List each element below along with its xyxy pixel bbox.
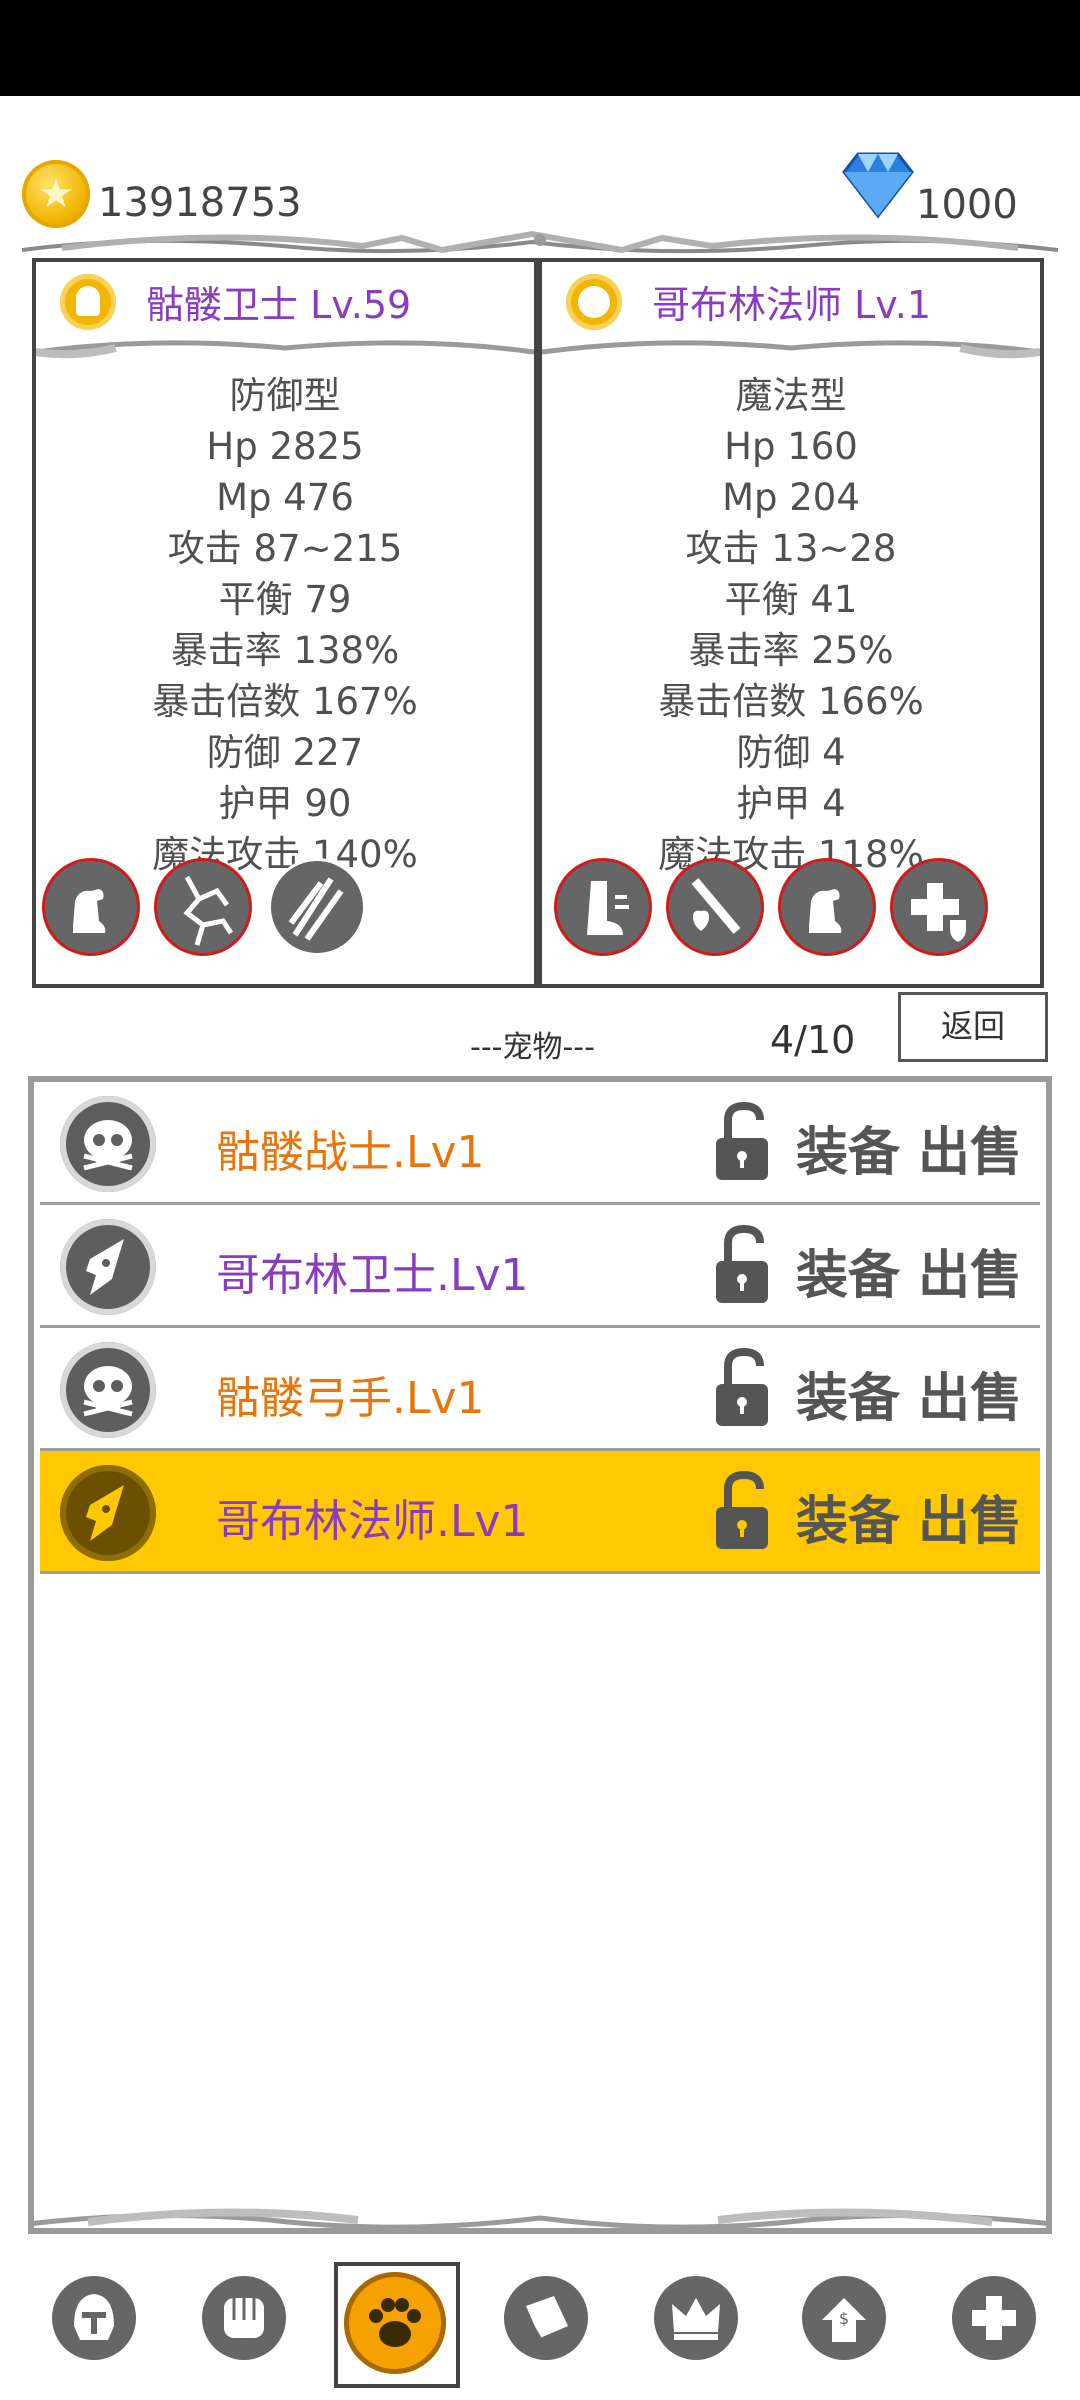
panel-header: 骷髅卫士 Lv.59: [36, 262, 534, 336]
stat-balance: 平衡 79: [218, 578, 352, 621]
character-panel-left[interactable]: 骷髅卫士 Lv.59 防御型 Hp 2825 Mp 476 攻击 87~215 …: [32, 258, 538, 988]
sell-button[interactable]: 出售: [918, 1356, 1022, 1431]
stat-crit-rate: 暴击率 138%: [170, 629, 400, 672]
gold-amount: 13918753: [98, 180, 302, 226]
character-panel-right[interactable]: 哥布林法师 Lv.1 魔法型 Hp 160 Mp 204 攻击 13~28 平衡…: [538, 258, 1044, 988]
stat-defense: 防御 4: [736, 731, 846, 774]
stat-mp: Mp 204: [722, 476, 860, 519]
skill-heal-shield-icon[interactable]: [890, 858, 988, 956]
stat-crit-mult: 暴击倍数 167%: [152, 680, 418, 723]
panel-ornament: [542, 340, 1040, 359]
stat-hp: Hp 2825: [206, 425, 364, 468]
equip-button[interactable]: 装备: [796, 1479, 900, 1554]
paw-icon[interactable]: [344, 2272, 446, 2374]
equip-button[interactable]: 装备: [796, 1356, 900, 1431]
skill-flex-arm-icon[interactable]: [778, 858, 876, 956]
skull-icon: [60, 1342, 156, 1438]
stat-attack: 攻击 87~215: [167, 527, 403, 570]
pet-row[interactable]: 骷髅弓手.Lv1 装备 出售: [40, 1328, 1040, 1451]
unlock-icon[interactable]: [712, 1469, 776, 1553]
sell-button[interactable]: 出售: [918, 1110, 1022, 1185]
equip-button[interactable]: 装备: [796, 1233, 900, 1308]
pet-name: 哥布林法师.Lv1: [216, 1496, 529, 1547]
plus-icon[interactable]: [952, 2276, 1036, 2360]
back-button[interactable]: 返回: [898, 992, 1048, 1062]
stat-defense: 防御 227: [206, 731, 364, 774]
pet-name: 哥布林卫士.Lv1: [216, 1250, 529, 1301]
gem-amount: 1000: [916, 182, 1018, 228]
goblin-icon: [60, 1465, 156, 1561]
stat-armor: 护甲 90: [218, 782, 352, 825]
pet-name: 骷髅弓手.Lv1: [216, 1373, 485, 1424]
class-icon: [60, 274, 116, 330]
stat-armor: 护甲 4: [736, 782, 846, 825]
book-icon[interactable]: [504, 2276, 588, 2360]
status-bar: [0, 0, 1080, 96]
equip-button[interactable]: 装备: [796, 1110, 900, 1185]
skill-flex-arm-icon[interactable]: [42, 858, 140, 956]
character-name: 骷髅卫士 Lv.59: [146, 283, 412, 327]
shop-icon[interactable]: $: [802, 2276, 886, 2360]
stat-attack: 攻击 13~28: [685, 527, 897, 570]
pets-count: 4/10: [770, 1018, 856, 1062]
stat-crit-rate: 暴击率 25%: [688, 629, 894, 672]
pet-row-selected[interactable]: 哥布林法师.Lv1 装备 出售: [40, 1451, 1040, 1574]
star-icon: ★: [38, 171, 74, 217]
stat-crit-mult: 暴击倍数 166%: [658, 680, 924, 723]
stat-type: 魔法型: [735, 374, 847, 417]
pet-row[interactable]: 骷髅战士.Lv1 装备 出售: [40, 1082, 1040, 1205]
stat-mp: Mp 476: [216, 476, 354, 519]
unlock-icon[interactable]: [712, 1223, 776, 1307]
svg-text:$: $: [839, 2309, 849, 2328]
panel-header: 哥布林法师 Lv.1: [542, 262, 1040, 336]
unlock-icon[interactable]: [712, 1346, 776, 1430]
panel-ornament: [36, 340, 534, 359]
character-name: 哥布林法师 Lv.1: [652, 283, 932, 327]
stats-list: 魔法型 Hp 160 Mp 204 攻击 13~28 平衡 41 暴击率 25%…: [542, 370, 1040, 880]
crown-icon[interactable]: [654, 2276, 738, 2360]
skill-sword-heart-icon[interactable]: [666, 858, 764, 956]
skill-boot-icon[interactable]: [554, 858, 652, 956]
clock-icon: [566, 274, 622, 330]
skull-icon: [60, 1096, 156, 1192]
unlock-icon[interactable]: [712, 1100, 776, 1184]
sell-button[interactable]: 出售: [918, 1233, 1022, 1308]
diamond-icon: [842, 152, 914, 219]
goblin-icon: [60, 1219, 156, 1315]
skill-crack-icon[interactable]: [154, 858, 252, 956]
bottom-ornament: [28, 2208, 1052, 2230]
pet-row[interactable]: 哥布林卫士.Lv1 装备 出售: [40, 1205, 1040, 1328]
pet-name: 骷髅战士.Lv1: [216, 1127, 485, 1178]
helmet-icon[interactable]: [52, 2276, 136, 2360]
fist-icon[interactable]: [202, 2276, 286, 2360]
stat-type: 防御型: [229, 374, 341, 417]
pet-list[interactable]: 骷髅战士.Lv1 装备 出售 哥布林卫士.Lv1 装备 出售 骷髅弓手.Lv1 …: [28, 1076, 1052, 2234]
pets-section-title: ---宠物---: [470, 1030, 595, 1065]
stat-balance: 平衡 41: [724, 578, 858, 621]
skill-slash-icon[interactable]: [268, 858, 366, 956]
stat-hp: Hp 160: [724, 425, 858, 468]
stats-list: 防御型 Hp 2825 Mp 476 攻击 87~215 平衡 79 暴击率 1…: [36, 370, 534, 880]
sell-button[interactable]: 出售: [918, 1479, 1022, 1554]
